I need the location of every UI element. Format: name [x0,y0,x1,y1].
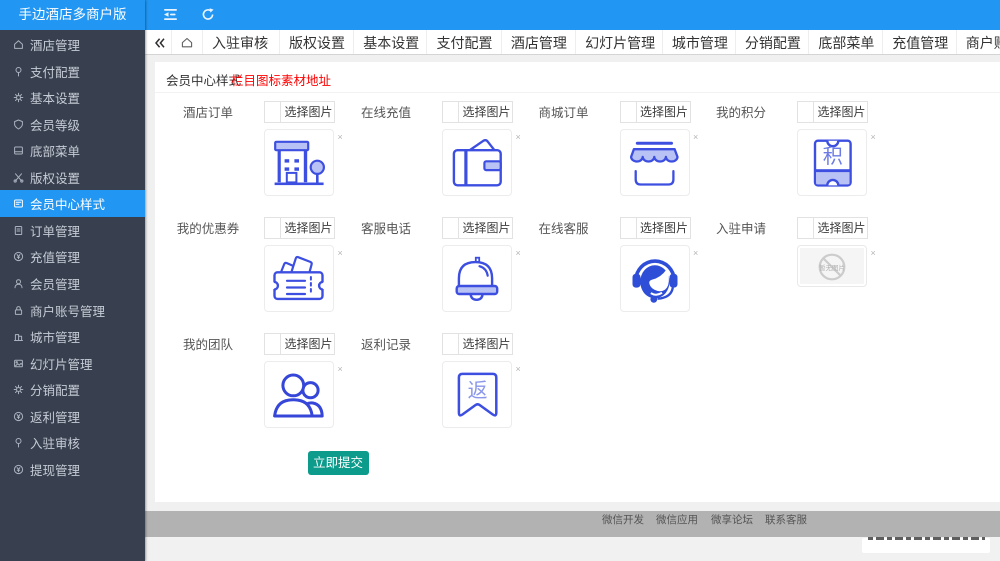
svg-text:返: 返 [468,379,488,402]
svg-text:积: 积 [823,145,843,168]
svg-text:暂无图片: 暂无图片 [819,263,845,272]
